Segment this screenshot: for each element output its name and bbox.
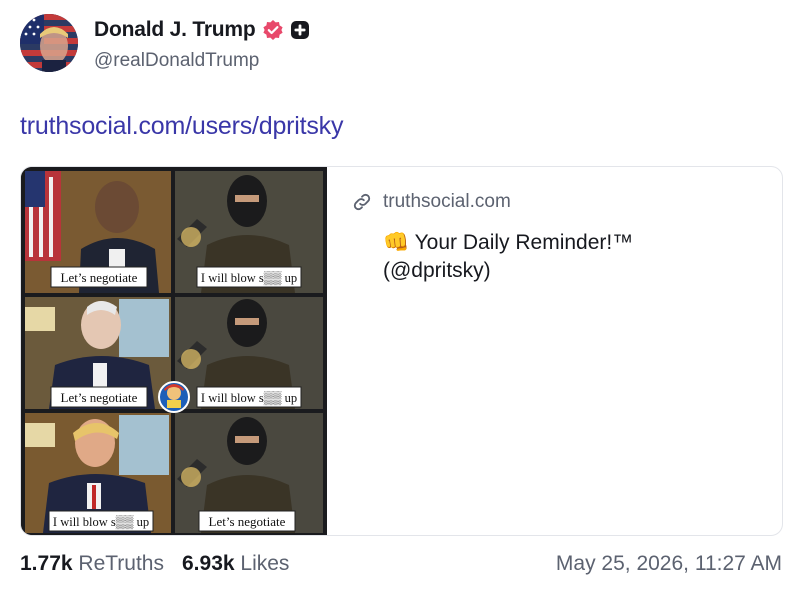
card-domain: truthsocial.com bbox=[383, 191, 511, 212]
card-image[interactable]: Let’s negotiate I will blow s▒▒ up Let’s… bbox=[21, 167, 327, 535]
likes-stat[interactable]: 6.93k Likes bbox=[182, 552, 289, 576]
link-icon bbox=[351, 191, 373, 213]
avatar[interactable] bbox=[20, 14, 78, 72]
flag-portrait-avatar bbox=[20, 14, 78, 72]
card-domain-row: truthsocial.com bbox=[351, 191, 761, 213]
retruths-stat[interactable]: 1.77k ReTruths bbox=[20, 552, 164, 576]
likes-label: Likes bbox=[240, 552, 290, 575]
post-timestamp[interactable]: May 25, 2026, 11:27 AM bbox=[556, 552, 782, 576]
panel-caption-2: I will blow s▒▒ up bbox=[201, 271, 297, 285]
post-link[interactable]: truthsocial.com/users/dpritsky bbox=[20, 112, 343, 141]
sticker-icon bbox=[158, 381, 190, 413]
plus-badge-icon bbox=[290, 20, 310, 40]
meme-grid-image: Let’s negotiate I will blow s▒▒ up Let’s… bbox=[21, 167, 327, 535]
panel-caption-5: I will blow s▒▒ up bbox=[53, 515, 149, 529]
retruths-label: ReTruths bbox=[78, 552, 164, 575]
panel-caption-6: Let’s negotiate bbox=[209, 514, 286, 529]
link-preview-card[interactable]: Let’s negotiate I will blow s▒▒ up Let’s… bbox=[20, 166, 783, 536]
card-meta[interactable]: truthsocial.com 👊 Your Daily Reminder!™ … bbox=[351, 191, 761, 285]
post-stats: 1.77k ReTruths 6.93k Likes bbox=[20, 552, 289, 576]
panel-caption-1: Let’s negotiate bbox=[61, 270, 138, 285]
author-name-row: Donald J. Trump bbox=[94, 18, 310, 42]
author-display-name[interactable]: Donald J. Trump bbox=[94, 18, 256, 42]
retruths-count: 1.77k bbox=[20, 552, 73, 575]
panel-caption-4: I will blow s▒▒ up bbox=[201, 391, 297, 405]
panel-caption-3: Let’s negotiate bbox=[61, 390, 138, 405]
author-handle[interactable]: @realDonaldTrump bbox=[94, 50, 259, 72]
card-title-line-1: 👊 Your Daily Reminder!™ bbox=[383, 231, 634, 254]
likes-count: 6.93k bbox=[182, 552, 235, 575]
card-title[interactable]: 👊 Your Daily Reminder!™ (@dpritsky) bbox=[383, 229, 761, 285]
verified-badge-icon bbox=[262, 19, 284, 41]
card-title-line-2: (@dpritsky) bbox=[383, 259, 491, 282]
